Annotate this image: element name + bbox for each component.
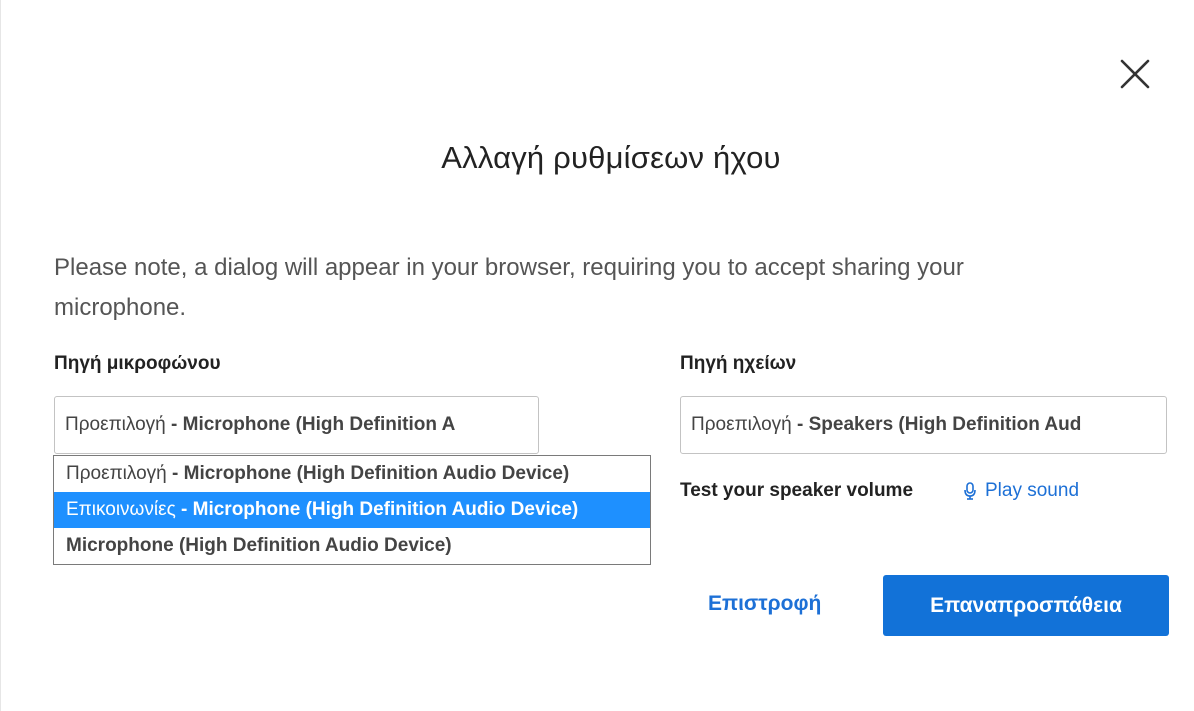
back-button[interactable]: Επιστροφή bbox=[708, 592, 821, 616]
close-button[interactable] bbox=[1117, 56, 1153, 92]
option-device: - Microphone (High Definition Audio Devi… bbox=[175, 499, 579, 520]
audio-settings-dialog: Αλλαγή ρυθμίσεων ήχου Please note, a dia… bbox=[0, 0, 1194, 711]
microphone-dropdown: Προεπιλογή - Microphone (High Definition… bbox=[53, 455, 651, 565]
microphone-select-device: - Microphone (High Definition A bbox=[165, 414, 456, 435]
microphone-option[interactable]: Προεπιλογή - Microphone (High Definition… bbox=[54, 456, 650, 492]
permission-note: Please note, a dialog will appear in you… bbox=[54, 254, 964, 321]
option-prefix: Προεπιλογή bbox=[66, 463, 167, 484]
play-sound-label: Play sound bbox=[985, 480, 1080, 501]
speaker-select[interactable]: Προεπιλογή - Speakers (High Definition A… bbox=[680, 396, 1167, 454]
speaker-source-label: Πηγή ηχείων bbox=[680, 353, 797, 374]
retry-button[interactable]: Επαναπροσπάθεια bbox=[883, 575, 1169, 636]
close-icon bbox=[1120, 59, 1150, 89]
microphone-select-prefix: Προεπιλογή bbox=[65, 414, 166, 435]
option-device: - Microphone (High Definition Audio Devi… bbox=[166, 463, 570, 484]
microphone-icon bbox=[964, 482, 976, 500]
play-sound-link[interactable]: Play sound bbox=[963, 480, 1079, 502]
option-device: Microphone (High Definition Audio Device… bbox=[66, 535, 452, 556]
option-prefix: Επικοινωνίες bbox=[66, 499, 176, 520]
microphone-option[interactable]: Microphone (High Definition Audio Device… bbox=[54, 528, 650, 564]
speaker-select-device: - Speakers (High Definition Aud bbox=[791, 414, 1082, 435]
test-speaker-label: Test your speaker volume bbox=[680, 480, 914, 501]
speaker-select-prefix: Προεπιλογή bbox=[691, 414, 792, 435]
microphone-source-label: Πηγή μικροφώνου bbox=[54, 353, 221, 374]
microphone-option-highlighted[interactable]: Επικοινωνίες - Microphone (High Definiti… bbox=[54, 492, 650, 528]
dialog-title: Αλλαγή ρυθμίσεων ήχου bbox=[441, 140, 781, 175]
microphone-select[interactable]: Προεπιλογή - Microphone (High Definition… bbox=[54, 396, 539, 454]
